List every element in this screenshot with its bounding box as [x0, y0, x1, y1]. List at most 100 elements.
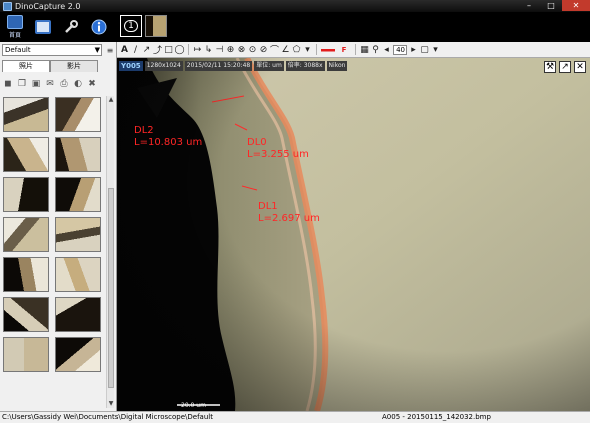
lens-label: Nikon — [326, 61, 348, 71]
measure-arc-icon[interactable]: ⌒ — [270, 45, 279, 56]
thumbnail[interactable] — [3, 297, 49, 332]
line-tool-icon[interactable]: ∕ — [131, 45, 140, 55]
measure-circle-icon[interactable]: ⊗ — [237, 45, 246, 55]
preview-number: 1 — [124, 20, 138, 32]
delete-icon[interactable]: ✖ — [86, 78, 98, 90]
folder-path: C:\Users\Gassidy Wei\Documents\Digital M… — [2, 413, 213, 421]
left-panel: Default ▼ ≡ 照片 影片 ◼ ❐ ▣ ✉ ⎙ ◐ ✖ ▲ ▼ — [0, 42, 117, 411]
save-icon[interactable]: ▣ — [30, 78, 42, 90]
measurement-name: DL1 — [258, 201, 278, 212]
scrollbar-thumb[interactable] — [108, 188, 114, 388]
menu-icon[interactable]: ≡ — [105, 44, 115, 56]
magnification-label: 倍率: 3088x — [285, 61, 325, 71]
measure-dropdown-icon[interactable]: ▾ — [303, 45, 312, 55]
main-toolbar: 首頁 1 — [0, 12, 590, 42]
email-icon[interactable]: ✉ — [44, 78, 56, 90]
thumbnail[interactable] — [3, 257, 49, 292]
maximize-button[interactable]: □ — [540, 0, 562, 11]
window-title: DinoCapture 2.0 — [15, 1, 81, 11]
datetime-label: 2015/02/11 15:20:48 — [184, 61, 253, 71]
expand-icon[interactable]: ↗ — [559, 61, 571, 73]
measurement-name: DL2 — [134, 125, 154, 136]
magnification-arrow-icon[interactable]: ◂ — [382, 45, 391, 55]
arrow-tool-icon[interactable]: ↗ — [142, 45, 151, 55]
calibrate-icon[interactable]: ▦ — [360, 45, 369, 55]
measure-polygon-icon[interactable]: ⬠ — [292, 45, 301, 55]
scale-bar-label: 20.0 um — [181, 402, 206, 409]
zoom-icon[interactable]: ⚲ — [371, 45, 380, 55]
thumbnail[interactable] — [3, 97, 49, 132]
separator — [355, 44, 356, 55]
font-color-icon[interactable]: F — [337, 45, 351, 55]
measure-angle-icon[interactable]: ∠ — [281, 45, 290, 55]
separator — [188, 44, 189, 55]
sharpness-icon[interactable]: ▢ — [420, 45, 429, 55]
app-icon — [3, 1, 12, 11]
info-icon — [91, 19, 107, 35]
thumbnail[interactable] — [55, 137, 101, 172]
thumbnail-scrollbar[interactable]: ▲ ▼ — [106, 96, 114, 408]
tab-videos[interactable]: 影片 — [50, 60, 98, 72]
measure-parallel-icon[interactable]: ⊣ — [215, 45, 224, 55]
rectangle-tool-icon[interactable]: □ — [164, 45, 173, 55]
thumbnail[interactable] — [3, 137, 49, 172]
measurement-value: L=10.803 um — [134, 137, 203, 148]
thumbnail[interactable] — [55, 217, 101, 252]
ellipse-tool-icon[interactable]: ◯ — [174, 45, 184, 55]
home-button[interactable]: 首頁 — [2, 14, 28, 40]
measurement-name: DL0 — [247, 137, 267, 148]
copy-icon[interactable]: ❐ — [16, 78, 28, 90]
zoom-value-input[interactable]: 40 — [393, 44, 407, 55]
settings-dropdown-icon[interactable]: ▾ — [431, 45, 440, 55]
file-name: A005 - 20150115_142032.bmp — [382, 413, 491, 421]
measure-radius-icon[interactable]: ⊘ — [259, 45, 268, 55]
measure-point-icon[interactable]: ⊕ — [226, 45, 235, 55]
scroll-up-icon[interactable]: ▲ — [107, 96, 115, 104]
thumbnail[interactable] — [3, 337, 49, 372]
thumbnail[interactable] — [55, 337, 101, 372]
live-preview-thumb[interactable]: 1 — [120, 15, 142, 37]
polyline-tool-icon[interactable]: ⤴ — [153, 45, 162, 56]
measure-line-icon[interactable]: ↦ — [193, 45, 202, 55]
home-label: 首頁 — [8, 32, 21, 39]
image-viewport[interactable]: Y005 1280x1024 2015/02/11 15:20:48 單位: u… — [117, 58, 590, 411]
close-button[interactable]: ✕ — [562, 0, 590, 11]
thumbnail[interactable] — [3, 217, 49, 252]
text-tool-icon[interactable]: A — [120, 45, 129, 55]
measure-polyline-icon[interactable]: ↳ — [204, 45, 213, 55]
thumbnail[interactable] — [55, 257, 101, 292]
minimize-button[interactable]: – — [518, 0, 540, 11]
preview-button[interactable] — [30, 14, 56, 40]
unit-label: 單位: um — [254, 61, 284, 71]
measure-center-circle-icon[interactable]: ⊙ — [248, 45, 257, 55]
tab-photos[interactable]: 照片 — [2, 60, 50, 72]
status-bar: C:\Users\Gassidy Wei\Documents\Digital M… — [0, 411, 590, 423]
close-viewer-icon[interactable]: ✕ — [574, 61, 586, 73]
profile-select[interactable]: Default ▼ — [2, 44, 102, 56]
compare-icon[interactable]: ◐ — [72, 78, 84, 90]
viewer-buttons: ⚒ ↗ ✕ — [544, 61, 586, 73]
thumbnail[interactable] — [55, 297, 101, 332]
select-all-icon[interactable]: ◼ — [2, 78, 14, 90]
thumbnail[interactable] — [55, 97, 101, 132]
unit-dropdown-icon[interactable]: ▸ — [409, 45, 418, 55]
thumbnail[interactable] — [55, 177, 101, 212]
media-tabs: 照片 影片 — [2, 60, 114, 72]
print-icon[interactable]: ⎙ — [58, 78, 70, 90]
scroll-down-icon[interactable]: ▼ — [107, 400, 115, 408]
tools-button[interactable] — [58, 14, 84, 40]
info-button[interactable] — [86, 14, 112, 40]
tools-icon[interactable]: ⚒ — [544, 61, 556, 73]
title-bar: DinoCapture 2.0 – □ ✕ — [0, 0, 590, 12]
home-icon — [7, 15, 23, 29]
microscope-image — [117, 58, 590, 411]
image-preview-thumb[interactable] — [145, 15, 167, 37]
thumbnail[interactable] — [3, 177, 49, 212]
chevron-down-icon: ▼ — [94, 46, 100, 54]
measurement-value: L=3.255 um — [247, 149, 309, 160]
measurement-dl1[interactable]: DL1 L=2.697 um — [258, 201, 320, 225]
line-color-icon[interactable] — [321, 45, 335, 55]
profile-value: Default — [5, 46, 31, 54]
measurement-dl2[interactable]: DL2 L=10.803 um — [134, 125, 202, 149]
measurement-dl0[interactable]: DL0 L=3.255 um — [247, 137, 309, 161]
